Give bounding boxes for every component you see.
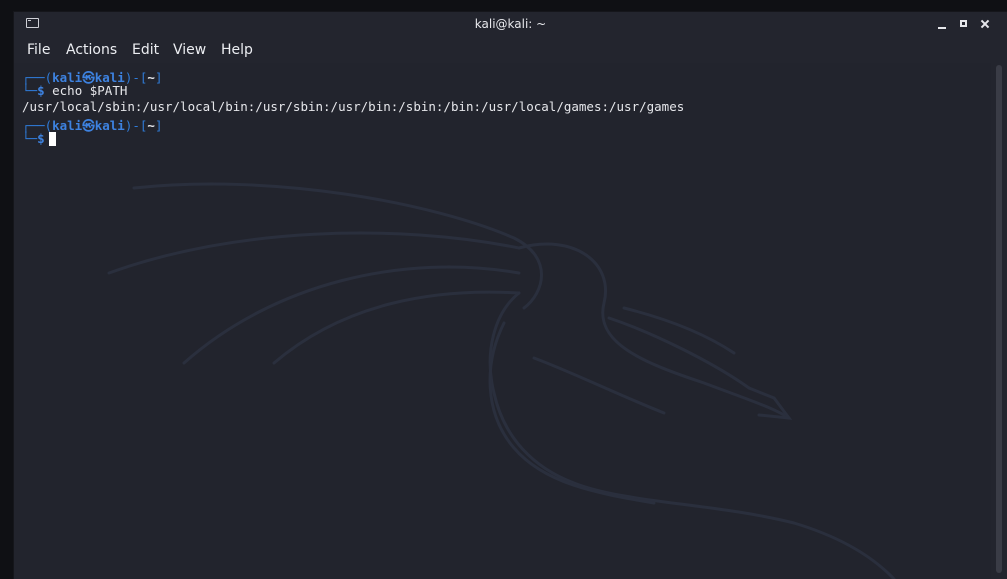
prompt-dir: ~ <box>147 118 155 133</box>
menu-actions[interactable]: Actions <box>66 42 117 58</box>
terminal-area[interactable]: ┌──(kali㉿kali)-[~] └─$ echo $PATH /usr/l… <box>14 63 991 579</box>
prompt-bracket-end: ] <box>154 70 163 85</box>
prompt-at-icon: ㉿ <box>82 118 95 133</box>
terminal-window: kali@kali: ~ File Actions Edit View Help <box>14 12 1007 579</box>
prompt-corner-bottom: └─ <box>22 83 38 98</box>
menu-bar: File Actions Edit View Help <box>14 37 1007 63</box>
menu-help[interactable]: Help <box>221 42 253 58</box>
command-line-2[interactable]: └─$ <box>22 131 56 146</box>
scrollbar-thumb[interactable] <box>996 65 1002 573</box>
maximize-icon[interactable] <box>956 16 972 32</box>
close-icon[interactable] <box>977 16 993 32</box>
menu-view[interactable]: View <box>173 42 206 58</box>
title-bar[interactable]: kali@kali: ~ <box>14 12 1007 37</box>
minimize-icon[interactable] <box>934 16 950 32</box>
prompt-host: kali <box>94 118 125 133</box>
prompt-dir: ~ <box>147 70 155 85</box>
text-cursor <box>48 132 56 146</box>
menu-file[interactable]: File <box>27 42 50 58</box>
kali-dragon-watermark <box>107 182 896 579</box>
menu-edit[interactable]: Edit <box>132 42 159 58</box>
prompt-user: kali <box>52 118 83 133</box>
command-line-1: └─$ echo $PATH <box>22 83 127 98</box>
prompt-bracket: )-[ <box>124 70 148 85</box>
command-text: echo $PATH <box>44 83 128 98</box>
prompt-bracket: )-[ <box>124 118 148 133</box>
prompt-corner-bottom: └─ <box>22 131 38 146</box>
vertical-scrollbar[interactable] <box>991 63 1007 579</box>
command-output: /usr/local/sbin:/usr/local/bin:/usr/sbin… <box>22 99 685 114</box>
window-title: kali@kali: ~ <box>474 17 547 31</box>
prompt-dollar: $ <box>37 131 45 146</box>
prompt-bracket-end: ] <box>154 118 163 133</box>
prompt-dollar: $ <box>37 83 45 98</box>
